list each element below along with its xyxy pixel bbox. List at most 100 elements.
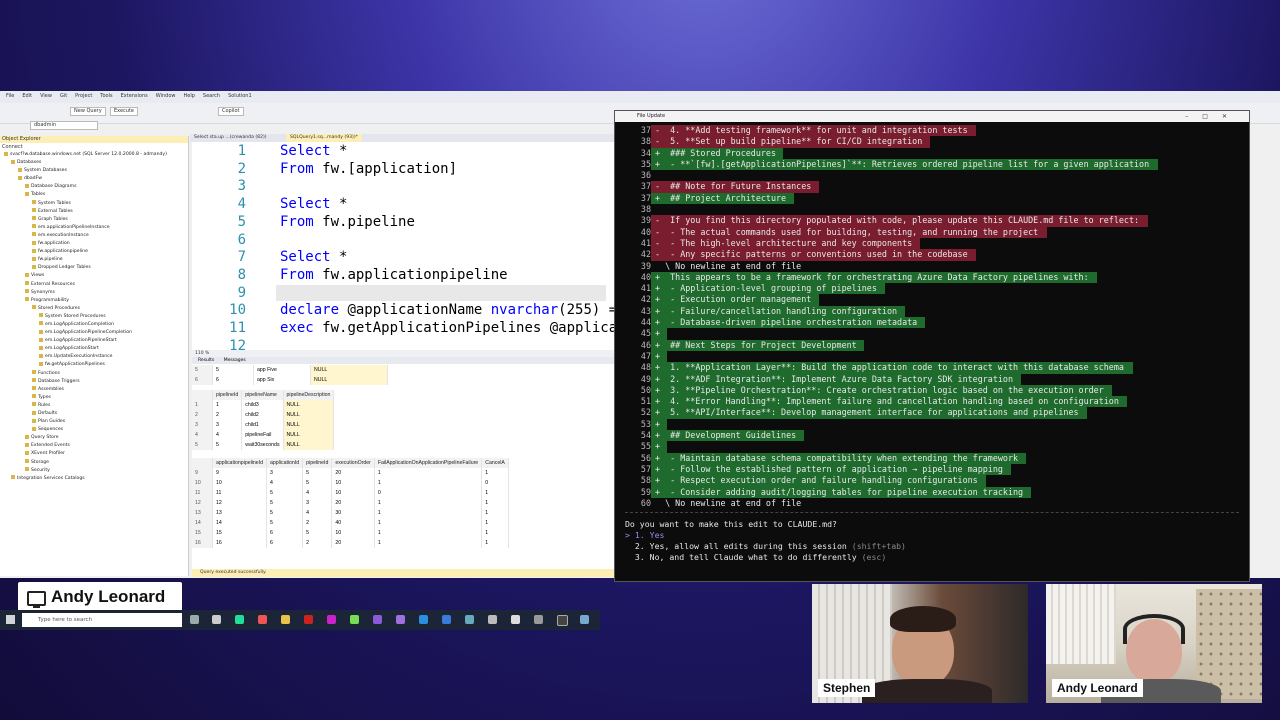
tree-item[interactable]: External Resources xyxy=(0,281,188,289)
new-query-button[interactable]: New Query xyxy=(70,107,106,116)
tree-item[interactable]: fw.application xyxy=(0,240,188,248)
sql-editor[interactable]: 1 Select * 2 From fw.[application] 3 4 Select … xyxy=(192,142,626,354)
tree-item[interactable]: Stored Procedures xyxy=(0,305,188,313)
app-icon-green[interactable] xyxy=(350,615,359,624)
tree-item[interactable]: Graph Tables xyxy=(0,216,188,224)
app-icon-gray[interactable] xyxy=(488,615,497,624)
menu-item[interactable]: File xyxy=(6,93,14,103)
table-cell[interactable]: 2 xyxy=(192,410,213,420)
table-cell[interactable]: app Six xyxy=(253,375,311,385)
table-row[interactable]: 12 12 5 3 20 1 1 xyxy=(192,498,509,508)
results-grid-pipeline[interactable]: pipelineId pipelineName pipelineDescriptio… xyxy=(192,390,335,450)
table-cell[interactable]: 1 xyxy=(192,400,213,410)
table-cell[interactable]: NULL xyxy=(283,420,335,430)
table-cell[interactable]: 2 xyxy=(302,538,333,548)
execute-button[interactable]: Execute xyxy=(110,107,138,116)
tree-item[interactable]: System Databases xyxy=(0,167,188,175)
table-cell[interactable]: 20 xyxy=(331,498,375,508)
table-cell[interactable]: NULL xyxy=(310,365,388,375)
menu-item[interactable]: Tools xyxy=(100,93,112,103)
ssms-icon[interactable] xyxy=(465,615,474,624)
tree-item[interactable]: External Tables xyxy=(0,208,188,216)
table-cell[interactable]: 2 xyxy=(302,518,333,528)
tab-messages[interactable]: Messages xyxy=(224,358,246,363)
app-icon-blue[interactable] xyxy=(442,615,451,624)
table-cell[interactable]: NULL xyxy=(283,440,335,450)
table-cell[interactable]: 1 xyxy=(374,498,483,508)
table-cell[interactable]: 1 xyxy=(212,400,243,410)
app-icon-3[interactable] xyxy=(580,615,589,624)
app-icon-1[interactable] xyxy=(212,615,221,624)
table-cell[interactable]: 1 xyxy=(374,478,483,488)
table-cell[interactable]: 4 xyxy=(302,508,333,518)
column-header[interactable]: pipelineName xyxy=(241,390,284,400)
table-cell[interactable]: 4 xyxy=(302,488,333,498)
table-cell[interactable]: 3 xyxy=(212,420,243,430)
table-row[interactable]: 14 14 5 2 40 1 1 xyxy=(192,518,509,528)
table-cell[interactable]: 11 xyxy=(192,488,213,498)
table-cell[interactable]: 1 xyxy=(374,528,483,538)
explorer-icon[interactable] xyxy=(281,615,290,624)
tree-item[interactable]: Defaults xyxy=(0,410,188,418)
brave-icon[interactable] xyxy=(258,615,267,624)
tab-query-1[interactable]: Select sta.up ...(crewanda (82)) xyxy=(190,134,271,142)
tree-item[interactable]: Database Triggers xyxy=(0,378,188,386)
tree-item[interactable]: Storage xyxy=(0,459,188,467)
table-cell[interactable]: 15 xyxy=(192,528,213,538)
table-cell[interactable]: 5 xyxy=(266,518,304,528)
table-cell[interactable]: 5 xyxy=(212,365,254,375)
table-cell[interactable]: 5 xyxy=(192,365,213,375)
table-cell[interactable]: child3 xyxy=(241,400,284,410)
table-cell[interactable]: 1 xyxy=(374,538,483,548)
tree-item[interactable]: Extended Events xyxy=(0,442,188,450)
menu-item[interactable]: Search xyxy=(203,93,220,103)
tree-item[interactable]: Programmability xyxy=(0,297,188,305)
table-cell[interactable]: 1 xyxy=(481,538,509,548)
results-grid-application[interactable]: 5 5 app Five NULL 6 6 app Six NULL xyxy=(192,365,388,385)
table-cell[interactable]: NULL xyxy=(283,430,335,440)
tree-item[interactable]: Types xyxy=(0,394,188,402)
table-cell[interactable]: 5 xyxy=(302,468,333,478)
table-row[interactable]: 15 15 6 5 10 1 1 xyxy=(192,528,509,538)
tree-item[interactable]: fw.pipeline xyxy=(0,256,188,264)
table-cell[interactable]: 6 xyxy=(266,528,304,538)
table-cell[interactable]: 16 xyxy=(212,538,268,548)
column-header[interactable]: pipelineDescription xyxy=(283,390,335,400)
table-row[interactable]: 3 3 child1 NULL xyxy=(192,420,335,430)
tree-item[interactable]: Security xyxy=(0,467,188,475)
table-cell[interactable]: 9 xyxy=(212,468,268,478)
tree-item[interactable]: em.executionInstance xyxy=(0,232,188,240)
table-cell[interactable]: 10 xyxy=(331,478,375,488)
table-row[interactable]: 2 2 child2 NULL xyxy=(192,410,335,420)
table-cell[interactable]: 6 xyxy=(266,538,304,548)
table-cell[interactable]: 40 xyxy=(331,518,375,528)
table-cell[interactable]: 20 xyxy=(331,468,375,478)
tree-item[interactable]: Dropped Ledger Tables xyxy=(0,264,188,272)
table-cell[interactable]: app Five xyxy=(253,365,311,375)
table-cell[interactable]: 1 xyxy=(374,518,483,528)
table-cell[interactable]: 5 xyxy=(192,440,213,450)
terminal-icon[interactable] xyxy=(557,615,568,626)
tree-item[interactable]: Database Diagrams xyxy=(0,183,188,191)
prompt-option-2[interactable]: 2. Yes, allow all edits during this sess… xyxy=(625,541,906,552)
table-row[interactable]: 13 13 5 4 30 1 1 xyxy=(192,508,509,518)
tree-item[interactable]: System Tables xyxy=(0,200,188,208)
table-cell[interactable]: 30 xyxy=(331,508,375,518)
table-row[interactable]: 5 5 app Five NULL xyxy=(192,365,388,375)
taskbar-search[interactable]: Type here to search xyxy=(22,613,182,627)
minimize-icon[interactable]: – xyxy=(1185,113,1202,120)
table-cell[interactable]: 0 xyxy=(481,478,509,488)
table-cell[interactable]: 4 xyxy=(212,430,243,440)
tree-item[interactable]: dbadFw xyxy=(0,175,188,183)
table-cell[interactable]: 10 xyxy=(331,528,375,538)
table-cell[interactable]: 13 xyxy=(192,508,213,518)
column-header[interactable]: FailApplicationOnApplicationPipelineFail… xyxy=(374,458,483,468)
tree-item[interactable]: XEvent Profiler xyxy=(0,450,188,458)
column-header[interactable] xyxy=(192,458,213,468)
tree-item[interactable]: Synonyms xyxy=(0,289,188,297)
tree-item[interactable]: fw.getApplicationPipelines xyxy=(0,361,188,369)
table-cell[interactable]: 9 xyxy=(192,468,213,478)
tree-item[interactable]: Sequences xyxy=(0,426,188,434)
menu-item[interactable]: Extensions xyxy=(121,93,148,103)
table-cell[interactable]: 1 xyxy=(374,468,483,478)
